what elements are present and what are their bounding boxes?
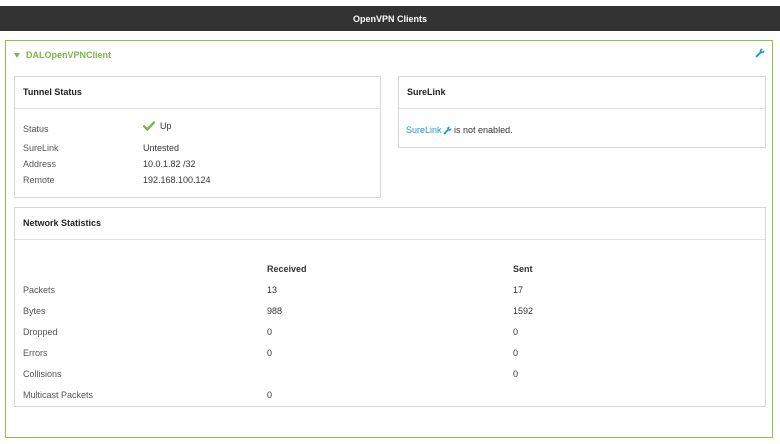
sent-value: 17	[513, 285, 524, 295]
configure-client-button[interactable]	[755, 48, 765, 60]
client-name: DALOpenVPNClient	[26, 50, 112, 60]
surelink-label: SureLink	[23, 143, 59, 153]
surelink-title: SureLink	[407, 87, 446, 97]
surelink-status-text: SureLink is not enabled.	[406, 125, 513, 135]
surelink-config-link[interactable]: SureLink	[406, 125, 442, 135]
received-value: 988	[267, 306, 283, 316]
sent-value: 0	[513, 369, 519, 379]
wrench-icon	[755, 48, 765, 58]
received-column-header: Received	[267, 264, 307, 274]
address-value: 10.0.1.82 /32	[143, 159, 196, 169]
received-value: 0	[267, 348, 273, 358]
client-collapse-toggle[interactable]: DALOpenVPNClient	[14, 50, 111, 60]
received-value: 0	[267, 327, 273, 337]
surelink-panel: SureLink SureLink is not enabled.	[398, 76, 766, 148]
sent-column-header: Sent	[513, 264, 533, 274]
tunnel-status-panel: Tunnel Status Status Up SureLink Unteste…	[14, 76, 381, 198]
surelink-value: Untested	[143, 143, 180, 153]
client-panel: DALOpenVPNClient Tunnel Status Status Up…	[5, 40, 773, 438]
address-label: Address	[23, 159, 57, 169]
network-statistics-panel: Network Statistics Received Sent Packets…	[14, 207, 766, 407]
received-value: 13	[267, 285, 278, 295]
checkmark-icon	[143, 121, 155, 131]
tunnel-status-title: Tunnel Status	[23, 87, 82, 97]
status-text: Up	[160, 121, 172, 131]
row-label: Collisions	[23, 369, 62, 379]
collapse-triangle-icon	[14, 52, 20, 58]
row-label: Dropped	[23, 327, 58, 337]
page-title: OpenVPN Clients	[352, 13, 427, 24]
remote-value: 192.168.100.124	[143, 175, 211, 185]
row-label: Multicast Packets	[23, 390, 94, 400]
sent-value: 0	[513, 327, 519, 337]
received-value: 0	[267, 390, 273, 400]
sent-value: 1592	[513, 306, 534, 316]
divider	[15, 239, 765, 240]
page-title-bar: OpenVPN Clients	[0, 6, 780, 31]
divider	[399, 108, 765, 109]
status-value: Up	[143, 121, 172, 131]
surelink-message: is not enabled.	[451, 125, 513, 135]
network-statistics-title: Network Statistics	[23, 218, 102, 228]
sent-value: 0	[513, 348, 519, 358]
row-label: Errors	[23, 348, 48, 358]
divider	[15, 108, 380, 109]
wrench-icon[interactable]	[443, 126, 452, 135]
remote-label: Remote	[23, 175, 55, 185]
row-label: Bytes	[23, 306, 46, 316]
status-label: Status	[23, 124, 49, 134]
row-label: Packets	[23, 285, 56, 295]
